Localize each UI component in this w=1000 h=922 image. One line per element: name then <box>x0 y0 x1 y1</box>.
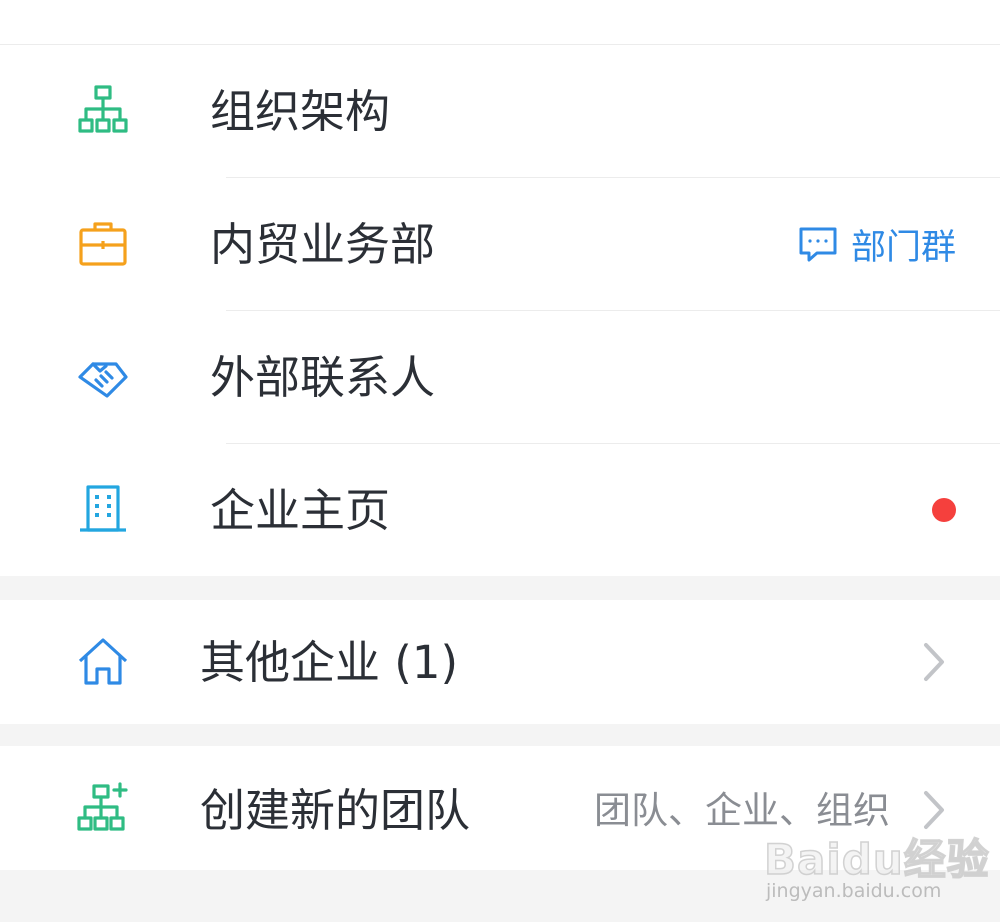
watermark-url: jingyan.baidu.com <box>766 880 942 902</box>
contacts-section: 组织架构 内贸业务部 部门群 外部联系人 企业主页 <box>0 45 1000 576</box>
handshake-icon <box>76 350 130 404</box>
building-icon <box>76 483 130 537</box>
create-new-team-hint: 团队、企业、组织 <box>594 789 890 832</box>
create-team-section: 创建新的团队 团队、企业、组织 <box>0 746 1000 870</box>
menu-item-company-homepage[interactable]: 企业主页 <box>0 444 1000 576</box>
menu-item-label: 外部联系人 <box>210 351 436 404</box>
department-group-chat-label: 部门群 <box>850 227 956 268</box>
briefcase-icon <box>76 217 130 271</box>
chevron-right-icon <box>918 788 950 832</box>
chevron-right-icon <box>918 640 950 684</box>
other-companies-row[interactable]: 其他企业 (1) <box>0 600 1000 724</box>
house-icon <box>76 635 130 689</box>
org-add-icon <box>76 781 130 835</box>
notification-badge <box>932 498 956 522</box>
department-group-chat-link[interactable]: 部门群 <box>797 222 956 268</box>
menu-item-label: 内贸业务部 <box>210 218 436 271</box>
create-new-team-row[interactable]: 创建新的团队 团队、企业、组织 <box>0 746 1000 870</box>
create-new-team-label: 创建新的团队 <box>200 784 471 837</box>
top-strip <box>0 0 1000 45</box>
menu-item-department[interactable]: 内贸业务部 部门群 <box>0 178 1000 310</box>
menu-item-label: 组织架构 <box>210 85 391 138</box>
menu-item-org-structure[interactable]: 组织架构 <box>0 45 1000 177</box>
other-companies-section: 其他企业 (1) <box>0 600 1000 724</box>
other-companies-label: 其他企业 (1) <box>200 636 459 689</box>
menu-item-label: 企业主页 <box>210 484 391 537</box>
menu-item-external-contacts[interactable]: 外部联系人 <box>0 311 1000 443</box>
org-chart-icon <box>76 84 130 138</box>
chat-bubble-icon <box>797 223 839 265</box>
